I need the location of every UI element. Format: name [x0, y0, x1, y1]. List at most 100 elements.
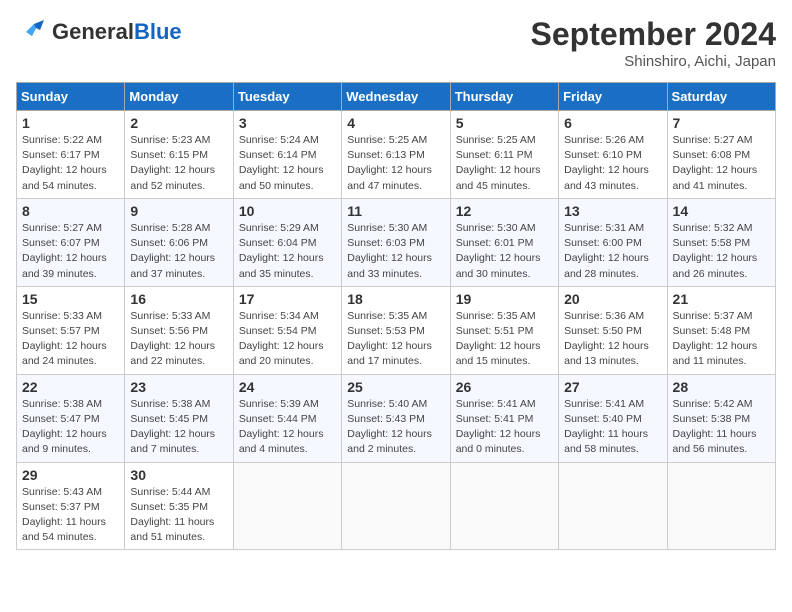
day-info: Sunrise: 5:29 AMSunset: 6:04 PMDaylight:…: [239, 221, 336, 282]
day-info: Sunrise: 5:25 AMSunset: 6:11 PMDaylight:…: [456, 133, 553, 194]
day-number: 15: [22, 291, 119, 307]
calendar-cell: 4 Sunrise: 5:25 AMSunset: 6:13 PMDaylight…: [342, 111, 450, 199]
day-info: Sunrise: 5:30 AMSunset: 6:01 PMDaylight:…: [456, 221, 553, 282]
day-info: Sunrise: 5:35 AMSunset: 5:53 PMDaylight:…: [347, 309, 444, 370]
day-number: 30: [130, 467, 227, 483]
day-info: Sunrise: 5:44 AMSunset: 5:35 PMDaylight:…: [130, 485, 227, 546]
weekday-header-tuesday: Tuesday: [233, 83, 341, 111]
calendar-cell: [559, 462, 667, 550]
day-number: 22: [22, 379, 119, 395]
day-number: 3: [239, 115, 336, 131]
day-number: 8: [22, 203, 119, 219]
day-number: 23: [130, 379, 227, 395]
day-info: Sunrise: 5:27 AMSunset: 6:08 PMDaylight:…: [673, 133, 770, 194]
logo-general-text: General: [52, 19, 134, 44]
calendar-cell: 26 Sunrise: 5:41 AMSunset: 5:41 PMDayligh…: [450, 374, 558, 462]
day-number: 6: [564, 115, 661, 131]
day-number: 10: [239, 203, 336, 219]
day-number: 4: [347, 115, 444, 131]
day-info: Sunrise: 5:38 AMSunset: 5:47 PMDaylight:…: [22, 397, 119, 458]
calendar-cell: 3 Sunrise: 5:24 AMSunset: 6:14 PMDaylight…: [233, 111, 341, 199]
day-number: 21: [673, 291, 770, 307]
day-number: 2: [130, 115, 227, 131]
calendar-cell: 25 Sunrise: 5:40 AMSunset: 5:43 PMDayligh…: [342, 374, 450, 462]
day-number: 27: [564, 379, 661, 395]
day-info: Sunrise: 5:33 AMSunset: 5:56 PMDaylight:…: [130, 309, 227, 370]
day-info: Sunrise: 5:32 AMSunset: 5:58 PMDaylight:…: [673, 221, 770, 282]
calendar-cell: 18 Sunrise: 5:35 AMSunset: 5:53 PMDayligh…: [342, 286, 450, 374]
calendar-week-2: 8 Sunrise: 5:27 AMSunset: 6:07 PMDaylight…: [17, 198, 776, 286]
weekday-header-saturday: Saturday: [667, 83, 775, 111]
calendar-week-4: 22 Sunrise: 5:38 AMSunset: 5:47 PMDayligh…: [17, 374, 776, 462]
day-number: 14: [673, 203, 770, 219]
day-number: 28: [673, 379, 770, 395]
calendar-cell: 16Sunrise: 5:33 AMSunset: 5:56 PMDayligh…: [125, 286, 233, 374]
calendar-cell: 14 Sunrise: 5:32 AMSunset: 5:58 PMDayligh…: [667, 198, 775, 286]
day-info: Sunrise: 5:23 AMSunset: 6:15 PMDaylight:…: [130, 133, 227, 194]
calendar-cell: 5Sunrise: 5:25 AMSunset: 6:11 PMDaylight…: [450, 111, 558, 199]
day-info: Sunrise: 5:36 AMSunset: 5:50 PMDaylight:…: [564, 309, 661, 370]
day-info: Sunrise: 5:22 AMSunset: 6:17 PMDaylight:…: [22, 133, 119, 194]
day-info: Sunrise: 5:41 AMSunset: 5:41 PMDaylight:…: [456, 397, 553, 458]
logo-blue-text: Blue: [134, 19, 182, 44]
day-info: Sunrise: 5:39 AMSunset: 5:44 PMDaylight:…: [239, 397, 336, 458]
day-info: Sunrise: 5:24 AMSunset: 6:14 PMDaylight:…: [239, 133, 336, 194]
weekday-header-wednesday: Wednesday: [342, 83, 450, 111]
day-info: Sunrise: 5:42 AMSunset: 5:38 PMDaylight:…: [673, 397, 770, 458]
day-info: Sunrise: 5:27 AMSunset: 6:07 PMDaylight:…: [22, 221, 119, 282]
day-info: Sunrise: 5:28 AMSunset: 6:06 PMDaylight:…: [130, 221, 227, 282]
day-info: Sunrise: 5:33 AMSunset: 5:57 PMDaylight:…: [22, 309, 119, 370]
day-info: Sunrise: 5:37 AMSunset: 5:48 PMDaylight:…: [673, 309, 770, 370]
day-number: 1: [22, 115, 119, 131]
calendar-cell: 19 Sunrise: 5:35 AMSunset: 5:51 PMDayligh…: [450, 286, 558, 374]
calendar-week-1: 1 Sunrise: 5:22 AMSunset: 6:17 PMDaylight…: [17, 111, 776, 199]
calendar-cell: 20Sunrise: 5:36 AMSunset: 5:50 PMDayligh…: [559, 286, 667, 374]
day-info: Sunrise: 5:30 AMSunset: 6:03 PMDaylight:…: [347, 221, 444, 282]
day-number: 18: [347, 291, 444, 307]
calendar-cell: 23 Sunrise: 5:38 AMSunset: 5:45 PMDayligh…: [125, 374, 233, 462]
calendar-cell: 10 Sunrise: 5:29 AMSunset: 6:04 PMDayligh…: [233, 198, 341, 286]
day-info: Sunrise: 5:25 AMSunset: 6:13 PMDaylight:…: [347, 133, 444, 194]
calendar-cell: 12 Sunrise: 5:30 AMSunset: 6:01 PMDayligh…: [450, 198, 558, 286]
day-number: 26: [456, 379, 553, 395]
day-number: 19: [456, 291, 553, 307]
calendar-table: SundayMondayTuesdayWednesdayThursdayFrid…: [16, 82, 776, 550]
day-info: Sunrise: 5:35 AMSunset: 5:51 PMDaylight:…: [456, 309, 553, 370]
calendar-cell: [450, 462, 558, 550]
subtitle: Shinshiro, Aichi, Japan: [531, 53, 776, 70]
day-number: 25: [347, 379, 444, 395]
day-info: Sunrise: 5:38 AMSunset: 5:45 PMDaylight:…: [130, 397, 227, 458]
calendar-cell: 29Sunrise: 5:43 AMSunset: 5:37 PMDayligh…: [17, 462, 125, 550]
calendar-cell: 24Sunrise: 5:39 AMSunset: 5:44 PMDayligh…: [233, 374, 341, 462]
calendar-cell: 8 Sunrise: 5:27 AMSunset: 6:07 PMDaylight…: [17, 198, 125, 286]
weekday-header-thursday: Thursday: [450, 83, 558, 111]
calendar-week-5: 29Sunrise: 5:43 AMSunset: 5:37 PMDayligh…: [17, 462, 776, 550]
calendar-week-3: 15 Sunrise: 5:33 AMSunset: 5:57 PMDayligh…: [17, 286, 776, 374]
day-number: 12: [456, 203, 553, 219]
weekday-header-friday: Friday: [559, 83, 667, 111]
day-number: 9: [130, 203, 227, 219]
day-info: Sunrise: 5:43 AMSunset: 5:37 PMDaylight:…: [22, 485, 119, 546]
calendar-cell: 30 Sunrise: 5:44 AMSunset: 5:35 PMDayligh…: [125, 462, 233, 550]
calendar-cell: 11 Sunrise: 5:30 AMSunset: 6:03 PMDayligh…: [342, 198, 450, 286]
logo: GeneralBlue: [16, 16, 182, 48]
calendar-cell: 27 Sunrise: 5:41 AMSunset: 5:40 PMDayligh…: [559, 374, 667, 462]
day-number: 11: [347, 203, 444, 219]
calendar-cell: 9 Sunrise: 5:28 AMSunset: 6:06 PMDaylight…: [125, 198, 233, 286]
calendar-cell: 1 Sunrise: 5:22 AMSunset: 6:17 PMDaylight…: [17, 111, 125, 199]
day-number: 17: [239, 291, 336, 307]
calendar-cell: [233, 462, 341, 550]
logo-icon: [16, 16, 48, 48]
day-info: Sunrise: 5:26 AMSunset: 6:10 PMDaylight:…: [564, 133, 661, 194]
day-info: Sunrise: 5:40 AMSunset: 5:43 PMDaylight:…: [347, 397, 444, 458]
calendar-cell: [667, 462, 775, 550]
day-info: Sunrise: 5:41 AMSunset: 5:40 PMDaylight:…: [564, 397, 661, 458]
calendar-cell: 17Sunrise: 5:34 AMSunset: 5:54 PMDayligh…: [233, 286, 341, 374]
calendar-cell: 13Sunrise: 5:31 AMSunset: 6:00 PMDayligh…: [559, 198, 667, 286]
calendar-cell: 21 Sunrise: 5:37 AMSunset: 5:48 PMDayligh…: [667, 286, 775, 374]
calendar-cell: 2 Sunrise: 5:23 AMSunset: 6:15 PMDaylight…: [125, 111, 233, 199]
weekday-header-sunday: Sunday: [17, 83, 125, 111]
weekday-header-row: SundayMondayTuesdayWednesdayThursdayFrid…: [17, 83, 776, 111]
weekday-header-monday: Monday: [125, 83, 233, 111]
calendar-cell: 28 Sunrise: 5:42 AMSunset: 5:38 PMDayligh…: [667, 374, 775, 462]
